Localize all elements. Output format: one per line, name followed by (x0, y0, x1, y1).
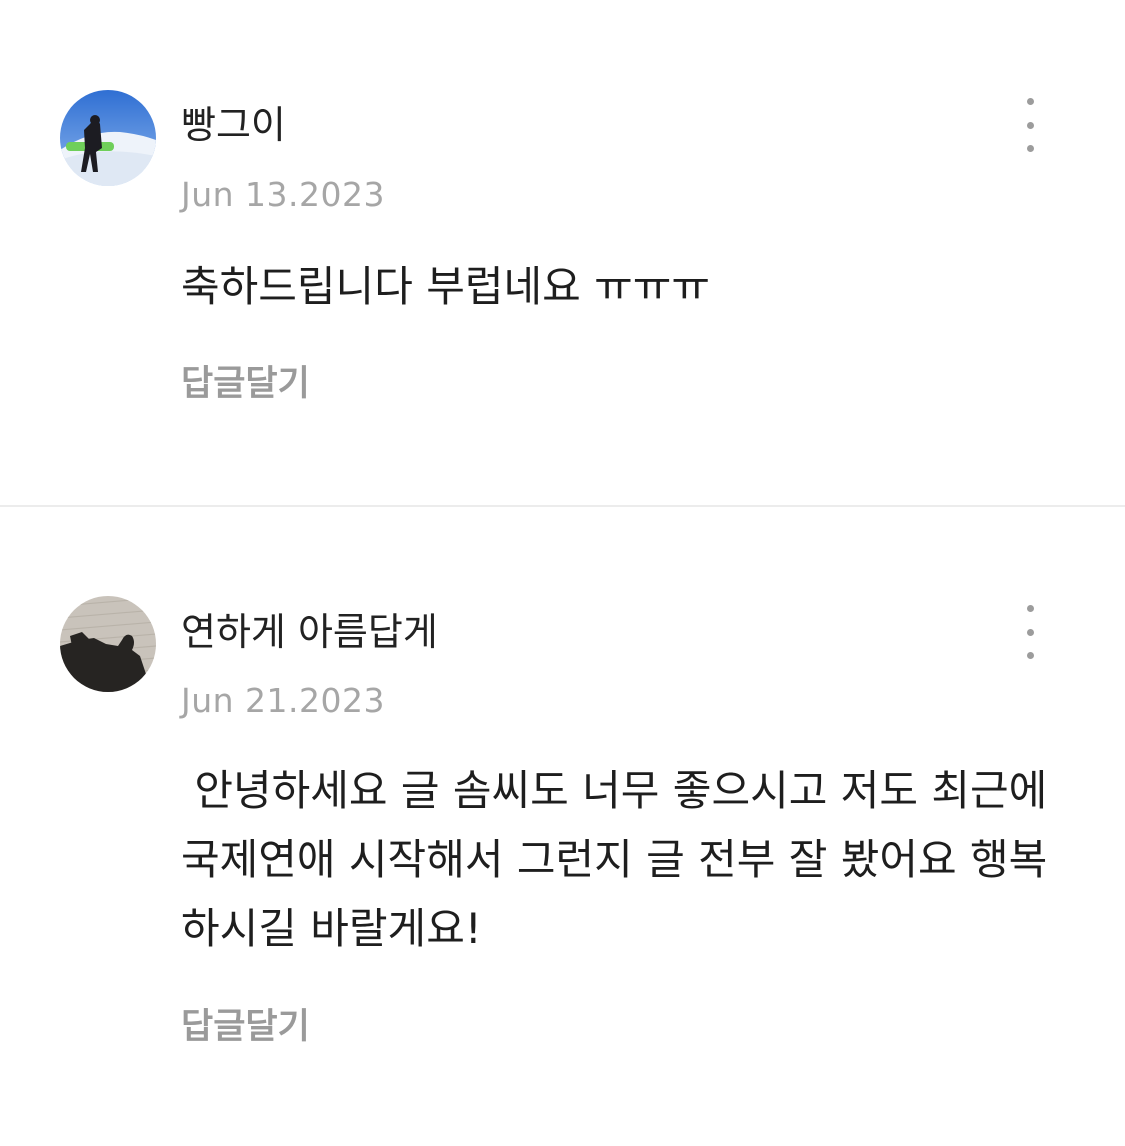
comment-item: 빵그이 Jun 13.2023 축하드립니다 부럽네요 ㅠㅠㅠ 답글달기 (0, 0, 1125, 506)
more-vertical-icon[interactable] (1010, 597, 1050, 667)
reply-button[interactable]: 답글달기 (181, 1005, 310, 1049)
reply-button[interactable]: 답글달기 (181, 362, 310, 406)
avatar-shadow-photo (60, 596, 156, 692)
more-vertical-icon[interactable] (1010, 90, 1050, 160)
comment-body: 축하드립니다 부럽네요 ㅠㅠㅠ (181, 262, 711, 311)
comment-item: 연하게 아름답게 Jun 21.2023 안녕하세요 글 솜씨도 너무 좋으시고… (0, 507, 1125, 1146)
comment-date: Jun 13.2023 (181, 175, 386, 214)
comment-list: 빵그이 Jun 13.2023 축하드립니다 부럽네요 ㅠㅠㅠ 답글달기 연하게… (0, 0, 1125, 1146)
comment-date: Jun 21.2023 (181, 681, 386, 720)
avatar-snow-photo (60, 90, 156, 186)
comment-body: 안녕하세요 글 솜씨도 너무 좋으시고 저도 최근에 국제연애 시작해서 그런지… (181, 766, 1061, 953)
avatar[interactable] (60, 596, 156, 692)
comment-author[interactable]: 빵그이 (181, 102, 286, 148)
avatar[interactable] (60, 90, 156, 186)
comment-author[interactable]: 연하게 아름답게 (181, 609, 438, 655)
